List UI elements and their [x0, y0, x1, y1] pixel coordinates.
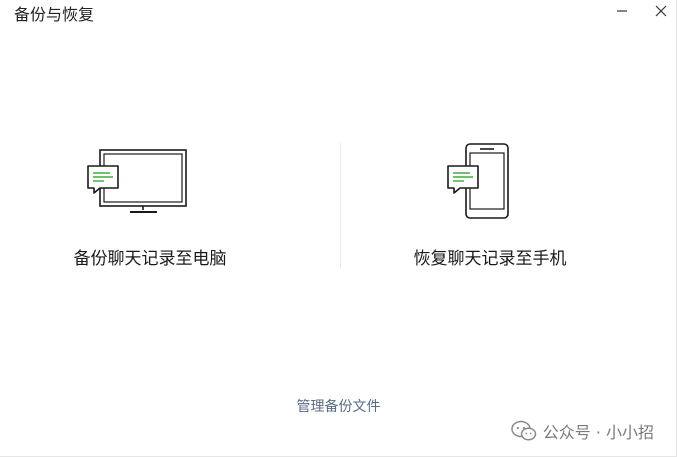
wechat-logo-icon	[510, 420, 536, 441]
backup-to-pc-option[interactable]: 备份聊天记录至电脑	[30, 142, 270, 282]
window-title: 备份与恢复	[14, 5, 95, 24]
monitor-chat-icon	[87, 149, 187, 213]
close-icon	[655, 5, 667, 17]
close-button[interactable]	[646, 0, 676, 22]
watermark-text: 公众号 · 小小招	[542, 423, 654, 442]
restore-to-phone-label: 恢复聊天记录至手机	[413, 249, 567, 269]
backup-to-pc-label: 备份聊天记录至电脑	[73, 249, 227, 269]
minimize-button[interactable]	[607, 0, 637, 22]
option-divider	[340, 143, 341, 268]
manage-backup-files-link[interactable]: 管理备份文件	[0, 397, 677, 417]
phone-chat-icon	[447, 143, 509, 219]
watermark: 公众号 · 小小招	[510, 419, 654, 443]
minimize-icon	[617, 10, 627, 12]
restore-to-phone-option[interactable]: 恢复聊天记录至手机	[370, 142, 610, 282]
backup-restore-window: 备份与恢复 备份聊天记录至电脑 恢复聊天记录至手机 管理备份文件 公众号 · 小…	[0, 0, 677, 457]
